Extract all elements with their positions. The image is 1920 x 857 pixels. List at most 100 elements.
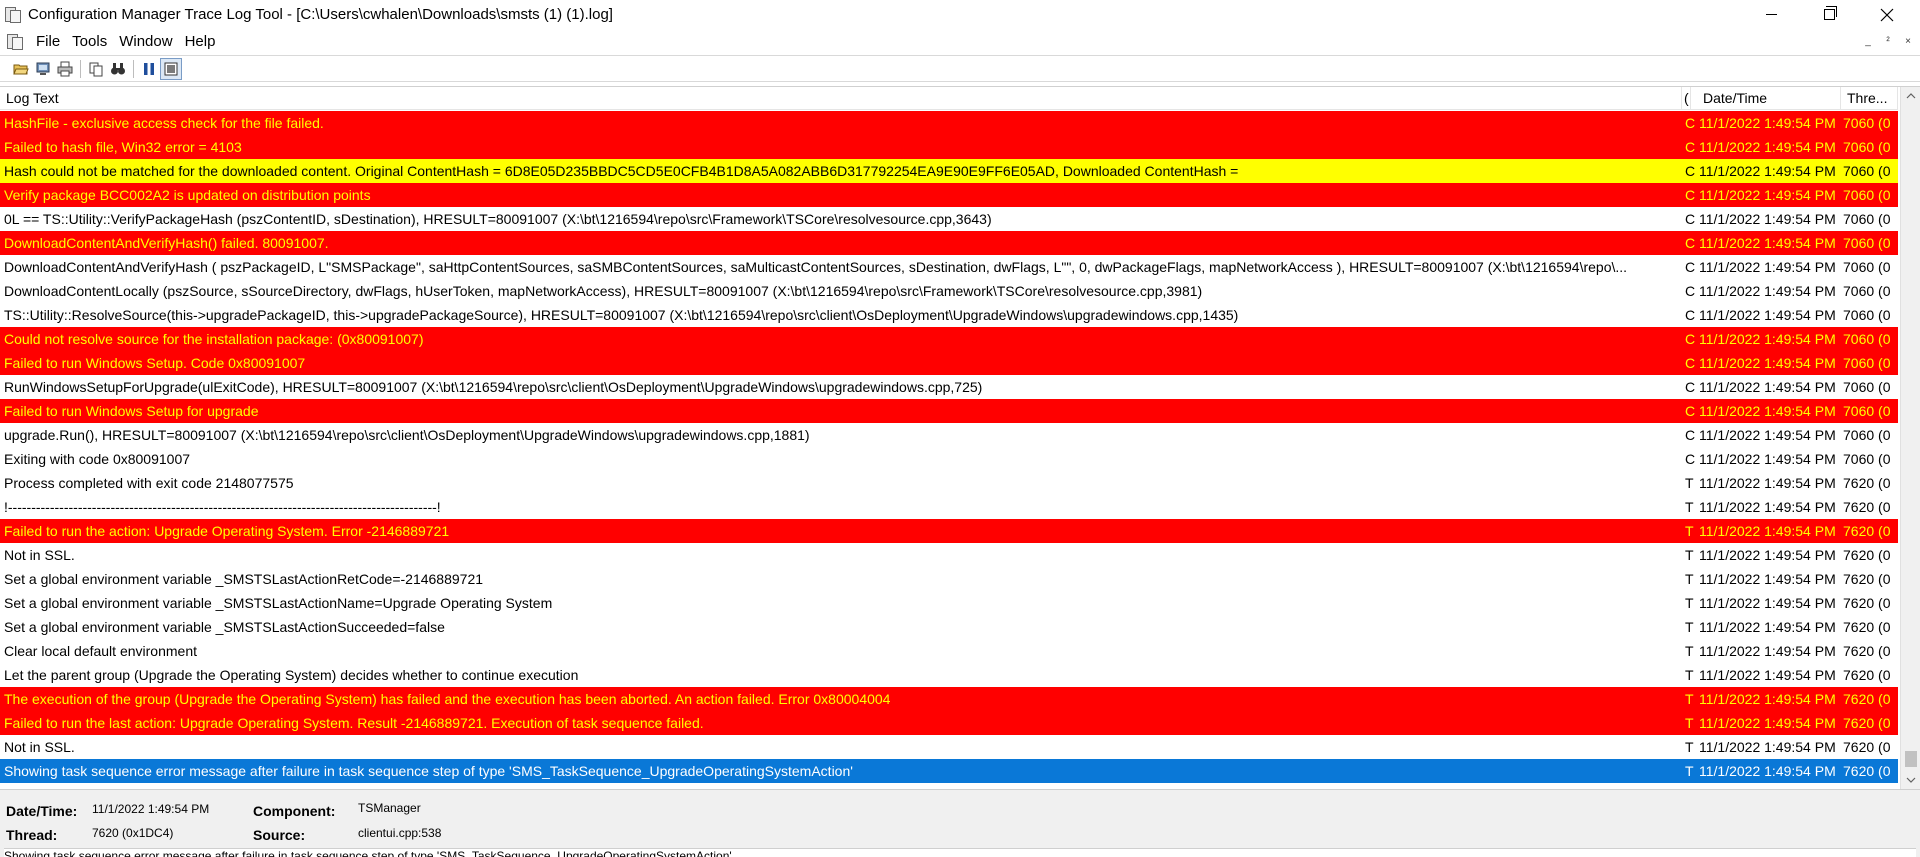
log-row-thread: 7060 (0: [1843, 331, 1891, 347]
scroll-down-button[interactable]: [1901, 771, 1920, 789]
log-row-thread: 7620 (0: [1843, 691, 1891, 707]
log-row[interactable]: Let the parent group (Upgrade the Operat…: [0, 663, 1898, 687]
pause-button[interactable]: [138, 58, 160, 80]
close-icon: [1880, 8, 1894, 21]
log-row[interactable]: Set a global environment variable _SMSTS…: [0, 615, 1898, 639]
log-row[interactable]: Failed to run the last action: Upgrade O…: [0, 711, 1898, 735]
log-row[interactable]: Clear local default environment T 11/1/202…: [0, 639, 1898, 663]
restore-button[interactable]: [1806, 0, 1852, 29]
scrollbar-thumb[interactable]: [1905, 751, 1917, 767]
column-header-date-time[interactable]: Date/Time: [1691, 87, 1841, 110]
open-log-button[interactable]: [32, 58, 54, 80]
log-row[interactable]: Not in SSL. T 11/1/2022 1:49:54 PM 7620 (0: [0, 543, 1898, 567]
log-row-component: C: [1685, 259, 1695, 275]
log-row-component: T: [1685, 763, 1694, 779]
print-button[interactable]: [54, 58, 76, 80]
log-row-date-time: 11/1/2022 1:49:54 PM: [1699, 355, 1836, 371]
log-row[interactable]: HashFile - exclusive access check for th…: [0, 111, 1898, 135]
log-row[interactable]: Failed to run Windows Setup for upgrade C…: [0, 399, 1898, 423]
log-row[interactable]: Process completed with exit code 2148077…: [0, 471, 1898, 495]
column-header-thread[interactable]: Thre...: [1841, 87, 1898, 110]
mdi-restore-button[interactable]: ²: [1880, 33, 1896, 49]
log-row-thread: 7060 (0: [1843, 355, 1891, 371]
log-row[interactable]: DownloadContentLocally (pszSource, sSour…: [0, 279, 1898, 303]
log-row-text: Failed to run the last action: Upgrade O…: [4, 715, 704, 731]
log-row-thread: 7060 (0: [1843, 403, 1891, 419]
log-row[interactable]: Hash could not be matched for the downlo…: [0, 159, 1898, 183]
minimize-button[interactable]: [1748, 0, 1794, 29]
find-icon: [111, 62, 125, 74]
window-title: Configuration Manager Trace Log Tool - […: [28, 6, 613, 23]
close-button[interactable]: [1864, 0, 1910, 29]
copy-button[interactable]: [85, 58, 107, 80]
menu-file[interactable]: File: [30, 29, 66, 54]
log-grid[interactable]: Log Text ( Date/Time Thre... HashFile - …: [0, 86, 1920, 789]
log-row-date-time: 11/1/2022 1:49:54 PM: [1699, 523, 1836, 539]
mdi-minimize-button[interactable]: _: [1860, 33, 1876, 49]
log-row[interactable]: Failed to run Windows Setup. Code 0x8009…: [0, 351, 1898, 375]
log-row[interactable]: 0L == TS::Utility::VerifyPackageHash (ps…: [0, 207, 1898, 231]
find-button[interactable]: [107, 58, 129, 80]
menu-help[interactable]: Help: [179, 29, 222, 54]
message-text[interactable]: Showing task sequence error message afte…: [4, 848, 1916, 857]
log-row-date-time: 11/1/2022 1:49:54 PM: [1699, 331, 1836, 347]
log-row-thread: 7620 (0: [1843, 715, 1891, 731]
log-row-thread: 7060 (0: [1843, 115, 1891, 131]
log-row-date-time: 11/1/2022 1:49:54 PM: [1699, 691, 1836, 707]
log-row-component: C: [1685, 139, 1695, 155]
column-header-log-text[interactable]: Log Text: [0, 87, 1682, 110]
log-row-text: Could not resolve source for the install…: [4, 331, 424, 347]
log-row[interactable]: Verify package BCC002A2 is updated on di…: [0, 183, 1898, 207]
vertical-scrollbar[interactable]: [1900, 87, 1920, 789]
log-row-date-time: 11/1/2022 1:49:54 PM: [1699, 379, 1836, 395]
log-row[interactable]: The execution of the group (Upgrade the …: [0, 687, 1898, 711]
log-row[interactable]: Failed to hash file, Win32 error = 4103 C…: [0, 135, 1898, 159]
log-row-component: C: [1685, 451, 1695, 467]
log-row-date-time: 11/1/2022 1:49:54 PM: [1699, 571, 1836, 587]
log-row-text: Failed to run Windows Setup. Code 0x8009…: [4, 355, 306, 371]
menu-bar: File Tools Window Help _ ² ×: [0, 29, 1920, 54]
menu-tools[interactable]: Tools: [66, 29, 113, 54]
log-row-text: Set a global environment variable _SMSTS…: [4, 571, 484, 587]
open-button[interactable]: [10, 58, 32, 80]
log-row[interactable]: Not in SSL. T 11/1/2022 1:49:54 PM 7620 (0: [0, 735, 1898, 759]
toolbar-separator: [133, 59, 134, 78]
log-row[interactable]: TS::Utility::ResolveSource(this->upgrade…: [0, 303, 1898, 327]
log-row-component: C: [1685, 211, 1695, 227]
menu-window[interactable]: Window: [113, 29, 178, 54]
log-row-text: Clear local default environment: [4, 643, 197, 659]
log-row-text: Failed to run the action: Upgrade Operat…: [4, 523, 450, 539]
log-row[interactable]: !---------------------------------------…: [0, 495, 1898, 519]
log-row[interactable]: Set a global environment variable _SMSTS…: [0, 591, 1898, 615]
log-row-date-time: 11/1/2022 1:49:54 PM: [1699, 451, 1836, 467]
log-row-thread: 7620 (0: [1843, 667, 1891, 683]
log-row[interactable]: Failed to run the action: Upgrade Operat…: [0, 519, 1898, 543]
log-row[interactable]: DownloadContentAndVerifyHash ( pszPackag…: [0, 255, 1898, 279]
log-row-thread: 7620 (0: [1843, 499, 1891, 515]
log-row-component: C: [1685, 115, 1695, 131]
highlight-button[interactable]: [160, 57, 182, 80]
log-row-component: T: [1685, 571, 1694, 587]
log-row-date-time: 11/1/2022 1:49:54 PM: [1699, 499, 1836, 515]
log-row-thread: 7620 (0: [1843, 571, 1891, 587]
log-row-text: Failed to run Windows Setup for upgrade: [4, 403, 259, 419]
log-row-date-time: 11/1/2022 1:49:54 PM: [1699, 739, 1836, 755]
open-log-icon: [36, 62, 50, 75]
log-row[interactable]: Showing task sequence error message afte…: [0, 759, 1898, 783]
log-row-thread: 7060 (0: [1843, 235, 1891, 251]
document-icon[interactable]: [6, 33, 24, 51]
log-row[interactable]: DownloadContentAndVerifyHash() failed. 8…: [0, 231, 1898, 255]
log-row-component: T: [1685, 475, 1694, 491]
column-header-component[interactable]: (: [1682, 87, 1691, 110]
log-row[interactable]: Exiting with code 0x80091007 C 11/1/2022 1…: [0, 447, 1898, 471]
log-row[interactable]: upgrade.Run(), HRESULT=80091007 (X:\bt\1…: [0, 423, 1898, 447]
log-row[interactable]: Could not resolve source for the install…: [0, 327, 1898, 351]
scroll-up-button[interactable]: [1901, 87, 1920, 105]
log-row[interactable]: Set a global environment variable _SMSTS…: [0, 567, 1898, 591]
log-row-date-time: 11/1/2022 1:49:54 PM: [1699, 667, 1836, 683]
log-row-text: Process completed with exit code 2148077…: [4, 475, 294, 491]
mdi-close-button[interactable]: ×: [1900, 33, 1916, 49]
log-row[interactable]: RunWindowsSetupForUpgrade(ulExitCode), H…: [0, 375, 1898, 399]
log-row-text: DownloadContentAndVerifyHash ( pszPackag…: [4, 259, 1628, 275]
log-row-text: Set a global environment variable _SMSTS…: [4, 619, 445, 635]
